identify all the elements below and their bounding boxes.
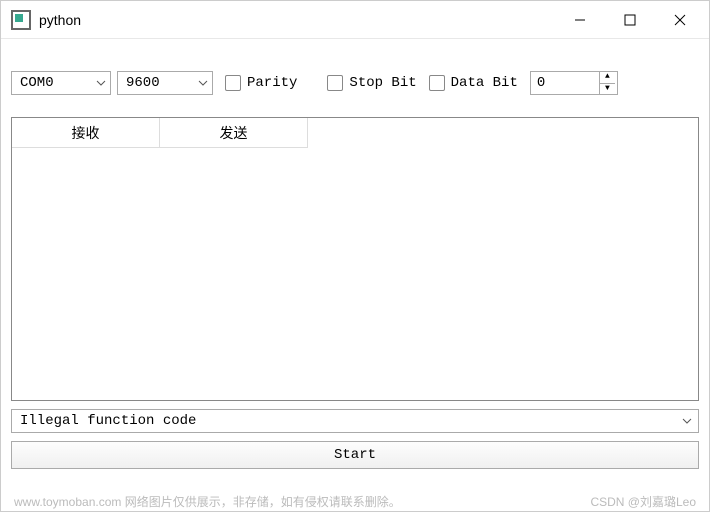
stopbit-label: Stop Bit	[349, 75, 416, 91]
app-icon	[11, 10, 31, 30]
baud-value: 9600	[126, 75, 160, 91]
titlebar: python	[1, 1, 709, 39]
maximize-button[interactable]	[605, 1, 655, 39]
spin-down-button[interactable]: ▼	[600, 84, 615, 95]
status-value: Illegal function code	[20, 413, 196, 429]
baud-select[interactable]: 9600	[117, 71, 213, 95]
footer-left: www.toymoban.com 网络图片仅供展示，非存储，如有侵权请联系删除。	[14, 493, 401, 510]
content-area: COM0 9600 Parity Stop Bit Data Bit	[1, 39, 709, 469]
start-label: Start	[334, 447, 376, 463]
checkbox-icon	[327, 75, 343, 91]
spin-arrows: ▲ ▼	[599, 72, 615, 94]
window-title: python	[39, 12, 81, 28]
port-value: COM0	[20, 75, 54, 91]
column-receive[interactable]: 接收	[12, 118, 160, 148]
value-spinbox[interactable]: ▲ ▼	[530, 71, 618, 95]
minimize-button[interactable]	[555, 1, 605, 39]
databit-checkbox[interactable]: Data Bit	[429, 75, 518, 91]
data-table: 接收 发送	[11, 117, 699, 401]
stopbit-checkbox[interactable]: Stop Bit	[327, 75, 416, 91]
start-button[interactable]: Start	[11, 441, 699, 469]
parity-checkbox[interactable]: Parity	[225, 75, 297, 91]
chevron-down-icon	[682, 413, 692, 429]
spin-up-button[interactable]: ▲	[600, 72, 615, 84]
checkbox-icon	[429, 75, 445, 91]
parity-label: Parity	[247, 75, 297, 91]
status-select[interactable]: Illegal function code	[11, 409, 699, 433]
table-header-row: 接收 发送	[12, 118, 698, 148]
databit-label: Data Bit	[451, 75, 518, 91]
close-button[interactable]	[655, 1, 705, 39]
chevron-down-icon	[198, 75, 208, 91]
footer-watermark: www.toymoban.com 网络图片仅供展示，非存储，如有侵权请联系删除。…	[14, 493, 696, 510]
footer-right: CSDN @刘嘉璐Leo	[590, 493, 696, 510]
checkbox-icon	[225, 75, 241, 91]
chevron-down-icon	[96, 75, 106, 91]
spin-input[interactable]	[531, 72, 599, 94]
port-select[interactable]: COM0	[11, 71, 111, 95]
column-send[interactable]: 发送	[160, 118, 308, 148]
config-row: COM0 9600 Parity Stop Bit Data Bit	[11, 71, 699, 95]
app-window: python COM0 9600 Parity	[0, 0, 710, 512]
